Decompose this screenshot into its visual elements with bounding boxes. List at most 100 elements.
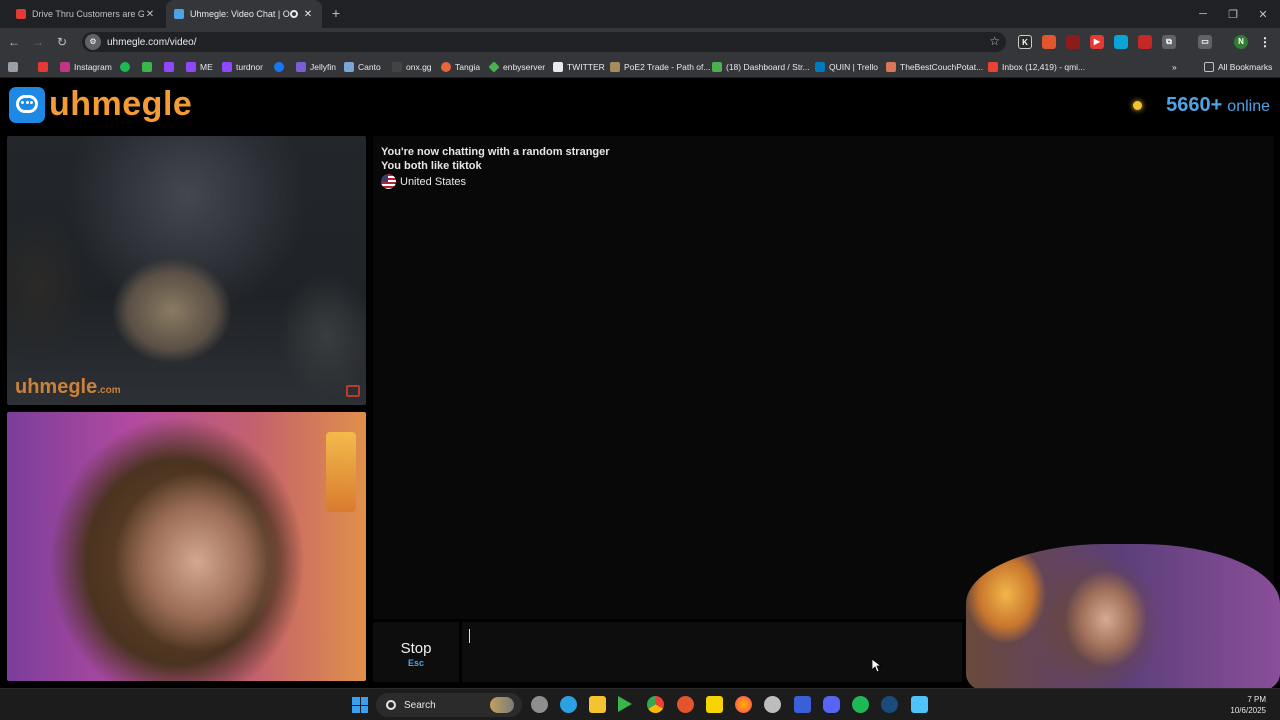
search-placeholder: Search xyxy=(404,699,436,711)
reload-icon[interactable]: ↻ xyxy=(54,34,70,50)
bookmark-me[interactable]: ME xyxy=(186,60,213,74)
bookmark-turdnor[interactable]: turdnor xyxy=(222,60,263,74)
recording-icon xyxy=(290,10,298,18)
sticky-notes-icon[interactable] xyxy=(706,696,723,713)
extension-icon[interactable] xyxy=(1042,35,1056,49)
chrome-icon[interactable] xyxy=(647,696,664,713)
extension-icon[interactable] xyxy=(1138,35,1152,49)
search-highlight-icon xyxy=(490,697,514,713)
url-text[interactable]: uhmegle.com/video/ xyxy=(107,37,197,48)
new-tab-plus-icon[interactable]: + xyxy=(328,5,344,21)
facebook-icon xyxy=(274,62,284,72)
folder-icon xyxy=(1204,62,1214,72)
bookmark-label: Tangia xyxy=(455,62,481,72)
spotify-icon xyxy=(120,62,130,72)
bookmark-trello[interactable]: QUIN | Trello xyxy=(815,60,878,74)
twitch-icon xyxy=(186,62,196,72)
extension-icon[interactable] xyxy=(1114,35,1128,49)
bookmark-star-icon[interactable]: ☆ xyxy=(989,34,1000,48)
more-bookmarks-chevron-icon[interactable]: » xyxy=(1172,60,1177,74)
bookmark-dashboard[interactable]: (18) Dashboard / Str... xyxy=(712,60,810,74)
close-icon[interactable]: ✕ xyxy=(302,9,314,20)
menu-kebab-icon[interactable]: ⋮ xyxy=(1258,35,1272,49)
spotify-icon[interactable] xyxy=(852,696,869,713)
online-label: online xyxy=(1227,98,1270,115)
bookmark-twitter[interactable]: TWITTER xyxy=(553,60,605,74)
minimize-icon[interactable]: ─ xyxy=(1188,0,1218,28)
k-extension-icon[interactable]: K xyxy=(1018,35,1032,49)
extensions-puzzle-icon[interactable]: ⧉ xyxy=(1162,35,1176,49)
close-icon[interactable]: ✕ xyxy=(144,9,156,20)
bookmark-canto[interactable]: Canto xyxy=(344,60,381,74)
bookmark-instagram[interactable]: Instagram xyxy=(60,60,112,74)
bookmark-jellyfin[interactable]: Jellyfin xyxy=(296,60,336,74)
bookmark-enbyserver[interactable]: enbyserver xyxy=(488,60,545,74)
site-logo[interactable]: uhmegle xyxy=(9,85,192,124)
bookmark-spotify[interactable] xyxy=(120,60,134,74)
bookmark-tangia[interactable]: Tangia xyxy=(441,60,480,74)
chat-message-input[interactable] xyxy=(462,622,962,682)
logo-text: uhmegle xyxy=(49,85,193,123)
self-video-pip xyxy=(966,544,1280,694)
system-clock[interactable]: 7 PM 10/6/2025 xyxy=(1230,694,1266,716)
tab-title: Drive Thru Customers are Getti xyxy=(32,9,144,19)
bookmark-youtube[interactable] xyxy=(38,60,52,74)
bookmark-couchpotato[interactable]: TheBestCouchPotat... xyxy=(886,60,983,74)
notepad-icon[interactable] xyxy=(911,696,928,713)
gmail-icon xyxy=(988,62,998,72)
clock-time: 7 PM xyxy=(1247,695,1266,704)
restore-icon[interactable]: ❐ xyxy=(1218,0,1248,28)
profile-avatar[interactable]: N xyxy=(1234,35,1248,49)
side-panel-icon[interactable]: ▭ xyxy=(1198,35,1212,49)
forward-icon[interactable]: → xyxy=(30,34,46,50)
bookmark-gmail-inbox[interactable]: Inbox (12,419) - qmi... xyxy=(988,60,1085,74)
bookmark-label: Canto xyxy=(358,62,381,72)
report-flag-icon[interactable] xyxy=(346,385,360,397)
onx-icon xyxy=(392,62,402,72)
edge-icon[interactable] xyxy=(560,696,577,713)
steam-icon[interactable] xyxy=(881,696,898,713)
tab-uhmegle[interactable]: Uhmegle: Video Chat | Omeg ✕ xyxy=(166,0,322,28)
tab-drive-thru[interactable]: Drive Thru Customers are Getti ✕ xyxy=(8,0,164,28)
play-icon[interactable] xyxy=(618,696,632,712)
bookmark-green[interactable] xyxy=(142,60,156,74)
bookmark-facebook[interactable] xyxy=(274,60,288,74)
youtube-extension-icon[interactable]: ▶ xyxy=(1090,35,1104,49)
video-watermark: uhmegle.com xyxy=(15,376,121,398)
bookmark-label: PoE2 Trade - Path of... xyxy=(624,62,711,72)
youtube-icon xyxy=(16,9,26,19)
app-icon[interactable] xyxy=(764,696,781,713)
close-window-icon[interactable]: ✕ xyxy=(1248,0,1278,28)
bookmark-poe2-trade[interactable]: PoE2 Trade - Path of... xyxy=(610,60,710,74)
windows-start-icon[interactable] xyxy=(352,697,368,713)
file-explorer-icon[interactable] xyxy=(589,696,606,713)
firefox-icon[interactable] xyxy=(735,696,752,713)
omnibox[interactable]: ⚙ uhmegle.com/video/ ☆ xyxy=(82,32,1006,52)
app-icon[interactable] xyxy=(794,696,811,713)
app-icon[interactable] xyxy=(677,696,694,713)
site-info-icon[interactable]: ⚙ xyxy=(85,34,101,50)
stop-button[interactable]: Stop Esc xyxy=(373,622,459,682)
x-twitter-icon xyxy=(553,62,563,72)
back-icon[interactable]: ← xyxy=(6,34,22,50)
all-bookmarks[interactable]: All Bookmarks xyxy=(1204,60,1272,74)
app-icon xyxy=(142,62,152,72)
bookmark-label: onx.gg xyxy=(406,62,432,72)
bookmark-label: TWITTER xyxy=(567,62,605,72)
bookmark-twitch[interactable] xyxy=(164,60,178,74)
jellyfin-icon xyxy=(296,62,306,72)
bookmark-label: All Bookmarks xyxy=(1218,62,1273,72)
couchpotato-icon xyxy=(886,62,896,72)
apps-grid-icon[interactable] xyxy=(8,60,22,74)
bookmark-onx[interactable]: onx.gg xyxy=(392,60,432,74)
settings-icon[interactable] xyxy=(531,696,548,713)
taskbar-search[interactable]: Search xyxy=(376,693,522,717)
country-name: United States xyxy=(400,175,467,188)
bookmark-label: Inbox (12,419) - qmi... xyxy=(1002,62,1086,72)
enbyserver-icon xyxy=(488,61,500,73)
discord-icon[interactable] xyxy=(823,696,840,713)
search-icon xyxy=(386,700,396,710)
extension-icon[interactable] xyxy=(1066,35,1080,49)
text-caret xyxy=(469,629,470,643)
bookmark-label: QUIN | Trello xyxy=(829,62,878,72)
